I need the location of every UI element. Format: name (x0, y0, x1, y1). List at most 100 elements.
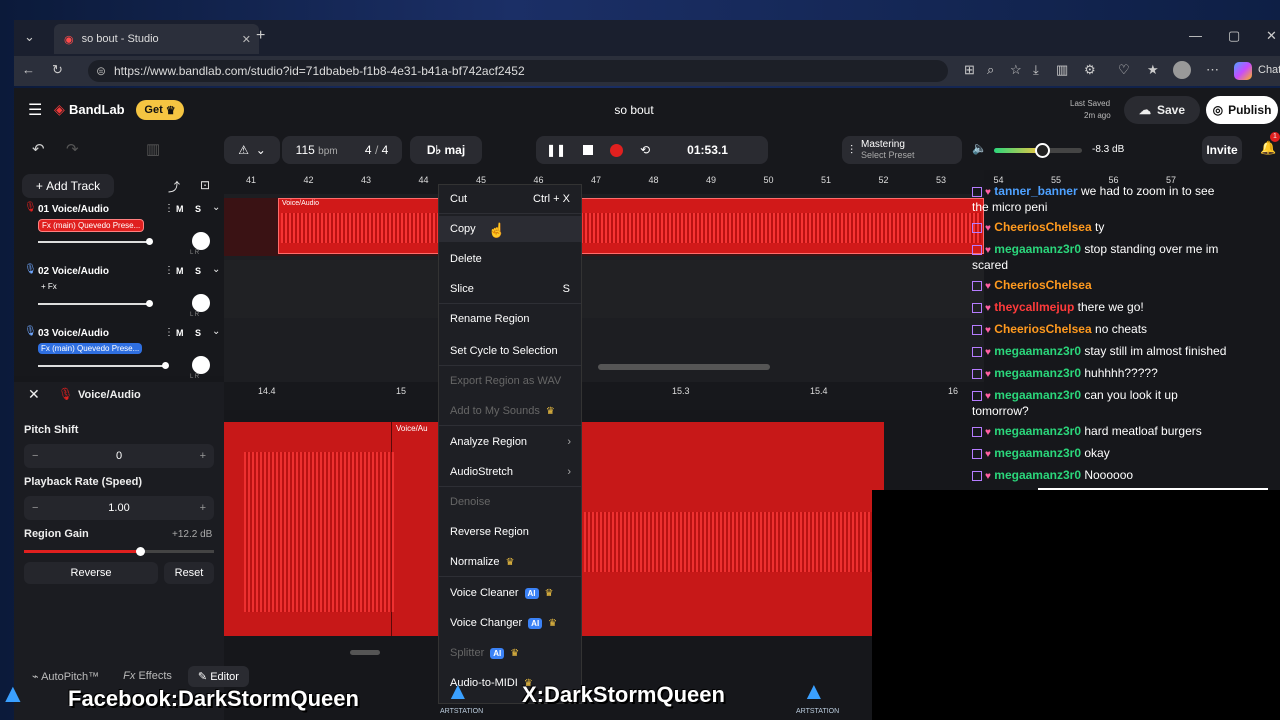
apps-icon[interactable]: ⊞ (964, 62, 975, 78)
volume-knob[interactable] (146, 300, 153, 307)
back-icon[interactable]: ← (22, 62, 35, 77)
menu-item-cut[interactable]: Cut Ctrl + X (439, 186, 581, 212)
bpm-value[interactable]: 115 (296, 143, 315, 157)
stop-icon[interactable] (583, 145, 594, 155)
zoom-icon[interactable]: ⌕ (987, 62, 994, 78)
solo-button[interactable]: S (195, 204, 201, 214)
menu-item-rename-region[interactable]: Rename Region (439, 306, 581, 332)
reload-icon[interactable]: ↻ (52, 62, 63, 78)
master-volume-slider[interactable] (994, 143, 1082, 158)
fx-chain-badge[interactable]: Fx (main) Quevedo Prese... (38, 219, 145, 232)
pause-icon[interactable]: ❚❚ (546, 143, 566, 157)
tab-list-icon[interactable]: ⌄ (24, 29, 35, 45)
mixer-icon[interactable]: ▥ (146, 140, 160, 158)
metronome-button[interactable]: ⚠ ⌄ (224, 136, 280, 164)
fx-chain-badge[interactable]: + Fx (38, 281, 60, 292)
volume-knob[interactable] (146, 238, 153, 245)
minimize-icon[interactable]: — (1189, 28, 1202, 43)
menu-item-delete[interactable]: Delete (439, 246, 581, 272)
plus-icon[interactable]: + (200, 502, 206, 514)
fx-chain-badge[interactable]: Fx (main) Quevedo Prese... (38, 343, 143, 354)
track-volume-slider[interactable] (38, 300, 153, 307)
solo-button[interactable]: S (195, 328, 201, 338)
menu-item-slice[interactable]: Slice S (439, 276, 581, 302)
menu-item-audiostretch[interactable]: AudioStretch › (439, 459, 581, 485)
publish-button[interactable]: ◎ Publish (1206, 96, 1278, 124)
site-info-icon[interactable]: ⊜ (96, 64, 106, 78)
gain-knob[interactable] (136, 547, 145, 556)
track-header[interactable]: 🎙 02 Voice/Audio ⋮ M S ⌄ + Fx L R (22, 264, 222, 324)
tempo-timesig[interactable]: 115 bpm 4 / 4 (282, 136, 402, 164)
collections-icon[interactable]: ★ (1147, 62, 1159, 78)
more-icon[interactable]: ⋯ (1206, 62, 1219, 78)
menu-item-voice-changer[interactable]: Voice Changer AI ♛ (439, 610, 581, 636)
menu-item-set-cycle-to-selection[interactable]: Set Cycle to Selection (439, 338, 581, 364)
minus-icon[interactable]: − (32, 502, 38, 514)
fit-icon[interactable]: ⊡ (200, 178, 210, 192)
invite-button[interactable]: Invite (1202, 136, 1242, 164)
track-volume-slider[interactable] (38, 238, 153, 245)
close-editor-icon[interactable]: ✕ (28, 386, 40, 403)
track-menu-icon[interactable]: ⋮ (164, 203, 174, 214)
menu-item-normalize[interactable]: Normalize ♛ (439, 549, 581, 575)
record-button-icon[interactable] (610, 143, 624, 157)
pan-knob[interactable] (192, 356, 210, 374)
copilot-icon[interactable] (1234, 62, 1252, 80)
bell-icon[interactable]: 🔔 (1260, 140, 1276, 156)
pan-knob[interactable] (192, 232, 210, 250)
menu-item-copy[interactable]: Copy (439, 216, 581, 242)
speaker-icon[interactable]: 🔈 (972, 141, 987, 155)
plus-icon[interactable]: + (200, 450, 206, 462)
split-screen-icon[interactable]: ▥ (1056, 62, 1068, 78)
browser-essentials-icon[interactable]: ♡ (1118, 62, 1130, 78)
track-name[interactable]: 01 Voice/Audio (38, 204, 109, 215)
chevron-down-icon[interactable]: ⌄ (212, 202, 220, 213)
time-sig-den[interactable]: 4 (382, 143, 389, 157)
automation-icon[interactable]: ⤴ (168, 178, 180, 195)
track-menu-icon[interactable]: ⋮ (164, 265, 174, 276)
browser-tab[interactable]: ◉ so bout - Studio ✕ (54, 24, 259, 54)
new-tab-icon[interactable]: + (256, 27, 265, 45)
chevron-down-icon[interactable]: ⌄ (212, 326, 220, 337)
maximize-icon[interactable]: ▢ (1228, 28, 1240, 44)
menu-icon[interactable]: ☰ (28, 100, 42, 120)
track-header[interactable]: 🎙 01 Voice/Audio ⋮ M S ⌄ Fx (main) Quevedo Pre… (22, 202, 222, 262)
track-menu-icon[interactable]: ⋮ (164, 327, 174, 338)
reset-button[interactable]: Reset (164, 562, 214, 584)
track-header[interactable]: 🎙 03 Voice/Audio ⋮ M S ⌄ Fx (main) Quevedo Pre… (22, 326, 222, 386)
key-button[interactable]: D♭ maj (410, 136, 482, 164)
favorite-icon[interactable]: ☆ (1010, 62, 1022, 78)
editor-scrollbar[interactable] (350, 650, 380, 655)
download-icon[interactable]: ⤓ (1033, 62, 1039, 78)
track-volume-slider[interactable] (38, 362, 169, 369)
redo-icon[interactable]: ↷ (66, 140, 79, 158)
project-title[interactable]: so bout (594, 103, 674, 117)
mastering-button[interactable]: ⫶ Mastering Select Preset (842, 136, 962, 164)
pitch-shift-stepper[interactable]: − 0 + (24, 444, 214, 468)
minus-icon[interactable]: − (32, 450, 38, 462)
track-name[interactable]: 02 Voice/Audio (38, 266, 109, 277)
reverse-button[interactable]: Reverse (24, 562, 158, 584)
close-tab-icon[interactable]: ✕ (242, 33, 251, 46)
solo-button[interactable]: S (195, 266, 201, 276)
close-window-icon[interactable]: ✕ (1266, 28, 1277, 44)
menu-item-reverse-region[interactable]: Reverse Region (439, 519, 581, 545)
mute-button[interactable]: M (176, 328, 184, 338)
profile-avatar[interactable] (1173, 61, 1191, 79)
save-button[interactable]: ☁ Save (1124, 96, 1200, 124)
region-gain-slider[interactable] (24, 547, 214, 556)
pan-knob[interactable] (192, 294, 210, 312)
extensions-icon[interactable]: ⚙ (1084, 62, 1096, 78)
loop-icon[interactable]: ⟲ (640, 143, 650, 157)
menu-item-voice-cleaner[interactable]: Voice Cleaner AI ♛ (439, 580, 581, 606)
time-sig-num[interactable]: 4 (365, 143, 372, 157)
chat-label[interactable]: Chat (1258, 64, 1280, 76)
add-track-button[interactable]: + Add Track (22, 174, 114, 198)
editor-ruler[interactable]: 14.4 15 15.3 15.4 16 (224, 382, 984, 410)
playback-rate-stepper[interactable]: − 1.00 + (24, 496, 214, 520)
chevron-down-icon[interactable]: ⌄ (212, 264, 220, 275)
undo-icon[interactable]: ↶ (32, 140, 45, 158)
timeline-ruler[interactable]: 41 42 43 44 45 46 47 48 49 50 51 52 53 54 55 56 57 (224, 170, 1176, 194)
mute-button[interactable]: M (176, 204, 184, 214)
get-membership-button[interactable]: Get ♛ (136, 100, 184, 120)
